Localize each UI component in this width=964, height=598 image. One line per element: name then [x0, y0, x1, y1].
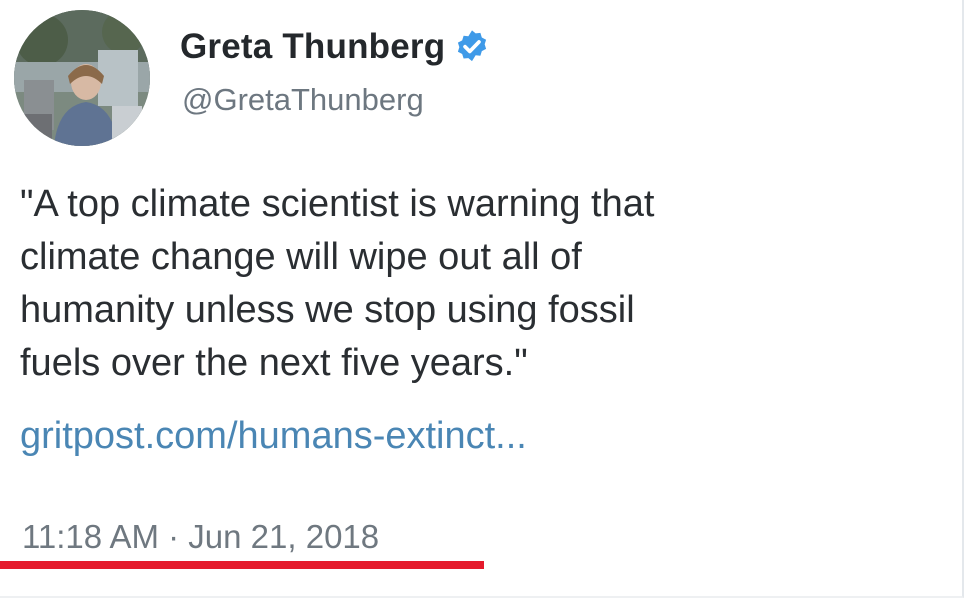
tweet-text-line: fuels over the next five years." [20, 342, 528, 384]
tweet-card: Greta Thunberg @GretaThunberg "A top cli… [0, 0, 964, 598]
tweet-body: "A top climate scientist is warning that… [20, 178, 920, 390]
tweet-text-line: climate change will wipe out all of [20, 236, 582, 278]
author-display-name[interactable]: Greta Thunberg [180, 27, 445, 67]
highlight-underline [0, 561, 484, 569]
tweet-text-line: "A top climate scientist is warning that [20, 183, 655, 225]
author-handle[interactable]: @GretaThunberg [182, 82, 424, 118]
avatar-photo [14, 10, 150, 146]
verified-badge-icon [453, 28, 491, 66]
author-name-row[interactable]: Greta Thunberg [180, 24, 491, 70]
tweet-text-line: humanity unless we stop using fossil [20, 289, 635, 331]
avatar[interactable] [14, 10, 150, 146]
tweet-timestamp[interactable]: 11:18 AM · Jun 21, 2018 [22, 518, 379, 556]
tweet-link[interactable]: gritpost.com/humans-extinct... [20, 410, 527, 463]
